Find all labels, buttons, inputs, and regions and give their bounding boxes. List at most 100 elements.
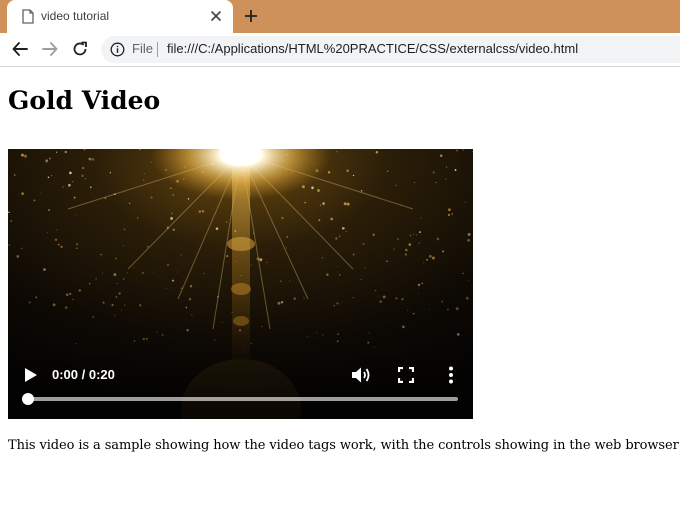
sparkle <box>124 304 126 306</box>
sparkle <box>33 199 36 202</box>
sparkle <box>303 297 305 299</box>
sparkle <box>28 301 31 304</box>
sparkle <box>462 272 464 275</box>
sparkle <box>286 236 289 238</box>
sparkle <box>373 346 375 348</box>
sparkle <box>151 271 153 273</box>
seek-handle[interactable] <box>22 393 34 405</box>
sparkle <box>95 278 97 280</box>
sparkle <box>88 157 92 161</box>
sparkle <box>73 196 76 199</box>
scheme-label: File <box>132 41 153 56</box>
browser-tab[interactable]: video tutorial <box>7 0 233 33</box>
sparkle <box>414 182 415 183</box>
browser-tabstrip: video tutorial <box>0 0 680 33</box>
play-icon[interactable] <box>24 367 38 383</box>
sparkle <box>145 337 148 340</box>
sparkle <box>215 227 219 230</box>
sparkle <box>428 308 430 310</box>
sparkle <box>379 300 382 303</box>
sparkle <box>102 301 105 304</box>
sparkle <box>322 202 325 205</box>
address-bar[interactable]: File file:///C:/Applications/HTML%20PRAC… <box>101 36 680 63</box>
sparkle <box>225 221 228 223</box>
sparkle <box>122 245 124 247</box>
sparkle <box>45 162 48 164</box>
sparkle <box>377 295 379 297</box>
back-arrow-icon[interactable] <box>11 40 29 58</box>
sparkle <box>24 154 27 158</box>
sparkle <box>102 272 104 274</box>
close-icon[interactable] <box>209 9 223 23</box>
sparkle <box>170 216 174 220</box>
sparkle <box>113 273 117 276</box>
sparkle <box>281 216 284 220</box>
volume-icon[interactable] <box>351 366 371 384</box>
sparkle <box>471 151 473 153</box>
sparkle <box>68 183 71 187</box>
sparkle <box>368 332 370 334</box>
sparkle <box>455 307 459 311</box>
sparkle <box>72 181 74 183</box>
page-icon <box>22 9 34 24</box>
seek-bar[interactable] <box>27 397 458 401</box>
sparkle <box>261 325 263 328</box>
sparkle <box>362 243 365 245</box>
sparkle <box>352 174 355 177</box>
sparkle <box>180 254 182 256</box>
sparkle <box>133 266 135 268</box>
controls-overlay <box>8 349 473 419</box>
sparkle <box>84 178 86 180</box>
browser-toolbar: File file:///C:/Applications/HTML%20PRAC… <box>0 33 680 67</box>
sparkle <box>317 189 320 192</box>
forward-arrow-icon[interactable] <box>41 40 59 58</box>
url-text[interactable]: file:///C:/Applications/HTML%20PRACTICE/… <box>167 41 578 56</box>
sparkle <box>56 151 58 153</box>
sparkle <box>165 287 167 289</box>
sparkle <box>404 253 407 256</box>
sparkle <box>339 274 341 276</box>
sparkle <box>374 289 377 292</box>
sparkle <box>326 273 329 276</box>
info-icon[interactable] <box>110 42 125 57</box>
sparkle <box>143 173 145 175</box>
sparkle <box>171 279 175 282</box>
sparkle <box>60 245 63 249</box>
sparkle <box>382 295 386 299</box>
plus-icon[interactable] <box>243 8 259 24</box>
sparkle <box>188 297 192 301</box>
sparkle <box>150 196 153 199</box>
sparkle <box>395 184 397 186</box>
sparkle <box>156 331 158 333</box>
sparkle <box>51 175 53 177</box>
sparkle <box>419 231 421 234</box>
sparkle <box>221 321 223 323</box>
sparkle <box>46 232 48 234</box>
sparkle <box>133 340 136 342</box>
sparkle <box>336 302 339 305</box>
sparkle <box>423 262 425 264</box>
sparkle <box>426 258 429 261</box>
sparkle <box>432 171 435 174</box>
page-title: Gold Video <box>8 86 161 115</box>
sparkle <box>266 261 268 263</box>
sparkle <box>109 172 112 174</box>
sparkle <box>341 226 345 230</box>
reload-icon[interactable] <box>71 40 89 58</box>
sparkle <box>78 289 81 292</box>
sparkle <box>259 258 263 262</box>
sparkle <box>118 292 121 295</box>
sparkle <box>285 247 287 249</box>
sparkle <box>352 296 354 299</box>
sparkle <box>69 171 72 175</box>
sparkle <box>187 198 190 200</box>
sparkle <box>337 333 340 336</box>
sparkle <box>8 211 10 213</box>
sparkle <box>431 256 435 260</box>
sparkle <box>346 169 349 172</box>
sparkle <box>465 296 469 300</box>
video-player[interactable]: 0:00 / 0:20 <box>8 149 473 419</box>
sparkle <box>75 343 77 344</box>
fullscreen-icon[interactable] <box>398 367 414 383</box>
more-vert-icon[interactable] <box>447 366 455 384</box>
